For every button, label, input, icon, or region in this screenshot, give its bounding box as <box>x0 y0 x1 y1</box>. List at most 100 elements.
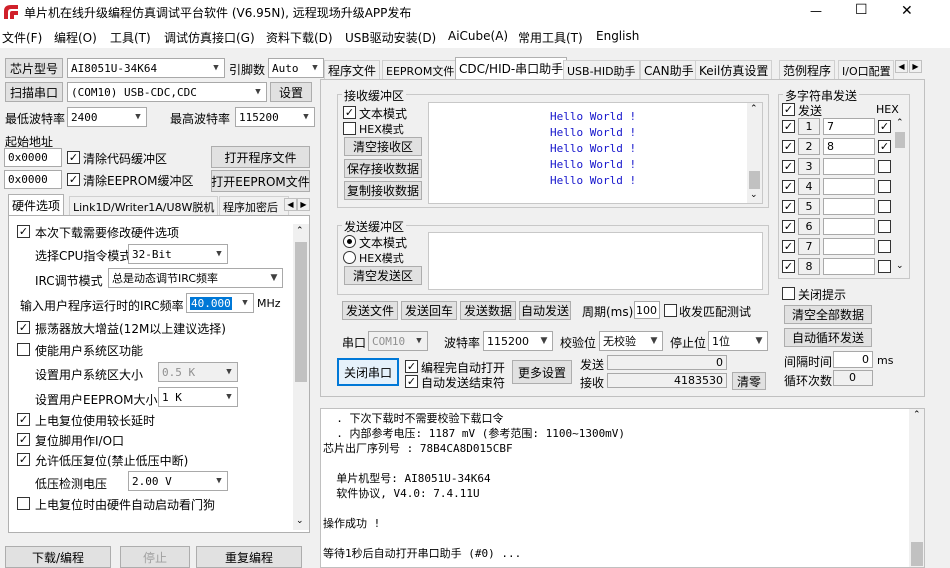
multi-row-hex-checkbox[interactable] <box>878 240 891 253</box>
right-tab-scroll-left-icon[interactable]: ◀ <box>895 60 908 73</box>
multi-row-number[interactable]: 3 <box>798 158 820 175</box>
tab-program-file[interactable]: 程序文件 <box>324 60 381 80</box>
send-data-button[interactable]: 发送数据 <box>460 301 516 320</box>
code-start-address-input[interactable]: 0x0000 <box>4 148 62 167</box>
multi-row-send-checkbox[interactable]: ✓ <box>782 140 795 153</box>
multi-row-hex-checkbox[interactable]: ✓ <box>878 120 891 133</box>
max-baud-select[interactable]: 115200 ▼ <box>235 107 315 127</box>
multi-row-text-input[interactable] <box>823 258 875 275</box>
scan-port-button[interactable]: 扫描串口 <box>5 82 63 102</box>
tx-hex-mode-radio[interactable] <box>343 251 356 264</box>
multi-row-send-checkbox[interactable]: ✓ <box>782 180 795 193</box>
multi-row-send-checkbox[interactable]: ✓ <box>782 120 795 133</box>
tab-keil-sim[interactable]: Keil仿真设置 <box>695 60 773 80</box>
close-window-button[interactable]: ✕ <box>901 3 913 19</box>
close-hint-checkbox[interactable] <box>782 287 795 300</box>
multi-row-send-checkbox[interactable]: ✓ <box>782 260 795 273</box>
log-scrollbar[interactable]: ⌃ <box>909 409 924 567</box>
auto-cycle-send-button[interactable]: 自动循环发送 <box>784 328 872 347</box>
scroll-up-icon[interactable]: ⌃ <box>896 118 904 128</box>
irc-mode-select[interactable]: 总是动态调节IRC频率 ▼ <box>108 268 283 288</box>
port-select-serial[interactable]: COM10 ▼ <box>368 331 428 351</box>
save-receive-button[interactable]: 保存接收数据 <box>344 159 422 178</box>
tab-encryption[interactable]: 程序加密后 <box>219 196 289 216</box>
clear-eeprom-buffer-checkbox[interactable]: ✓ <box>67 173 80 186</box>
scroll-up-icon[interactable]: ⌃ <box>913 410 921 420</box>
scroll-down-icon[interactable]: ⌄ <box>896 261 904 271</box>
parity-select[interactable]: 无校验 ▼ <box>599 331 663 351</box>
match-test-checkbox[interactable] <box>664 304 677 317</box>
tab-cdc-serial[interactable]: CDC/HID-串口助手 <box>455 57 568 79</box>
multi-row-text-input[interactable] <box>823 178 875 195</box>
multi-row-send-checkbox[interactable]: ✓ <box>782 220 795 233</box>
menu-file[interactable]: 文件(F) <box>2 29 42 46</box>
multi-row-text-input[interactable] <box>823 158 875 175</box>
stop-bits-select[interactable]: 1位 ▼ <box>708 331 768 351</box>
modify-hw-checkbox[interactable]: ✓ <box>17 225 30 238</box>
chip-model-select[interactable]: AI8051U-34K64 ▼ <box>67 58 225 78</box>
tab-can[interactable]: CAN助手 <box>640 60 698 80</box>
menu-common-tools[interactable]: 常用工具(T) <box>518 29 583 46</box>
multi-send-all-checkbox[interactable]: ✓ <box>782 103 795 116</box>
auto-send-button[interactable]: 自动发送 <box>519 301 571 320</box>
multi-row-number[interactable]: 7 <box>798 238 820 255</box>
tab-io-config[interactable]: I/O口配置 <box>838 60 894 80</box>
min-baud-select[interactable]: 2400 ▼ <box>67 107 147 127</box>
por-delay-checkbox[interactable]: ✓ <box>17 413 30 426</box>
tab-hardware-options[interactable]: 硬件选项 <box>8 194 65 216</box>
osc-gain-checkbox[interactable]: ✓ <box>17 321 30 334</box>
close-port-button[interactable]: 关闭串口 <box>337 358 399 386</box>
multi-row-hex-checkbox[interactable] <box>878 200 891 213</box>
scroll-down-icon[interactable]: ⌄ <box>296 516 304 526</box>
download-program-button[interactable]: 下载/编程 <box>5 546 111 568</box>
multi-row-number[interactable]: 2 <box>798 138 820 155</box>
send-text-area[interactable] <box>428 232 763 290</box>
multi-row-hex-checkbox[interactable] <box>878 260 891 273</box>
multi-scrollbar[interactable]: ⌃ ⌄ <box>893 118 907 275</box>
minimize-button[interactable]: — <box>810 4 822 18</box>
period-input[interactable]: 100 <box>634 301 660 319</box>
multi-row-hex-checkbox[interactable] <box>878 180 891 193</box>
multi-row-number[interactable]: 1 <box>798 118 820 135</box>
multi-row-text-input[interactable] <box>823 218 875 235</box>
clear-send-button[interactable]: 清空发送区 <box>344 266 422 285</box>
send-enter-button[interactable]: 发送回车 <box>401 301 457 320</box>
open-program-file-button[interactable]: 打开程序文件 <box>211 146 310 168</box>
multi-row-hex-checkbox[interactable] <box>878 160 891 173</box>
right-tab-scroll-right-icon[interactable]: ▶ <box>909 60 922 73</box>
lvr-checkbox[interactable]: ✓ <box>17 453 30 466</box>
scroll-up-icon[interactable]: ⌃ <box>750 104 758 114</box>
tab-offline[interactable]: Link1D/Writer1A/U8W脱机 <box>69 196 219 216</box>
scroll-up-icon[interactable]: ⌃ <box>296 226 304 236</box>
multi-row-number[interactable]: 4 <box>798 178 820 195</box>
maximize-button[interactable]: ☐ <box>855 2 868 18</box>
clear-receive-button[interactable]: 清空接收区 <box>344 137 422 156</box>
scroll-thumb[interactable] <box>911 542 923 566</box>
multi-row-number[interactable]: 5 <box>798 198 820 215</box>
baud-select[interactable]: 115200 ▼ <box>483 331 553 351</box>
menu-english[interactable]: English <box>596 29 639 43</box>
irc-freq-select[interactable]: 40.000 ▼ <box>186 293 254 313</box>
multi-row-number[interactable]: 6 <box>798 218 820 235</box>
reset-pin-io-checkbox[interactable]: ✓ <box>17 433 30 446</box>
log-output[interactable]: . 下次下载时不需要校验下载口令 . 内部参考电压: 1187 mV (参考范围… <box>320 408 925 568</box>
tab-usb-hid[interactable]: USB-HID助手 <box>563 60 640 80</box>
eeprom-start-address-input[interactable]: 0x0000 <box>4 170 62 189</box>
multi-row-send-checkbox[interactable]: ✓ <box>782 200 795 213</box>
menu-aicube[interactable]: AiCube(A) <box>448 29 508 43</box>
tab-scroll-right-icon[interactable]: ▶ <box>297 198 310 211</box>
port-select[interactable]: (COM10) USB-CDC,CDC ▼ <box>67 82 267 102</box>
multi-row-number[interactable]: 8 <box>798 258 820 275</box>
stop-button[interactable]: 停止 <box>120 546 190 568</box>
menu-tools[interactable]: 工具(T) <box>110 29 151 46</box>
menu-usb-driver[interactable]: USB驱动安装(D) <box>345 29 436 46</box>
multi-row-hex-checkbox[interactable]: ✓ <box>878 140 891 153</box>
cpu-mode-select[interactable]: 32-Bit ▼ <box>128 244 228 264</box>
settings-button[interactable]: 设置 <box>270 82 312 102</box>
tab-eeprom-file[interactable]: EEPROM文件 <box>382 60 459 80</box>
eeprom-size-select[interactable]: 1 K ▼ <box>158 387 238 407</box>
clear-counts-button[interactable]: 清零 <box>732 372 766 390</box>
multi-row-text-input[interactable]: 7 <box>823 118 875 135</box>
rx-scrollbar[interactable]: ⌃ ⌄ <box>747 103 762 203</box>
multi-row-send-checkbox[interactable]: ✓ <box>782 240 795 253</box>
